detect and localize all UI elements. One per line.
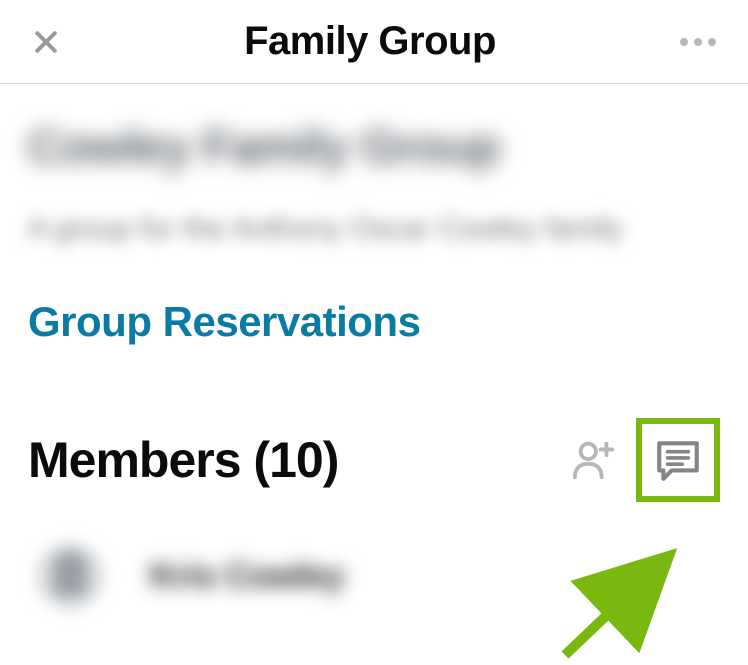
more-menu-button[interactable] [676, 24, 720, 60]
close-icon [31, 27, 61, 57]
ellipsis-icon [680, 38, 688, 46]
close-button[interactable] [28, 24, 64, 60]
ellipsis-icon [708, 38, 716, 46]
group-reservations-link[interactable]: Group Reservations [28, 298, 420, 346]
add-member-button[interactable] [570, 436, 618, 484]
chat-icon [653, 435, 703, 485]
member-actions [570, 418, 720, 502]
person-add-icon [571, 437, 617, 483]
avatar [36, 542, 104, 610]
ellipsis-icon [694, 38, 702, 46]
page-title: Family Group [244, 19, 496, 64]
content-area: Cowley Family Group A group for the Anth… [0, 84, 748, 610]
member-list: Kris Cowley [28, 542, 720, 610]
message-group-button[interactable] [636, 418, 720, 502]
group-description: A group for the Anthony Oscar Cowley fam… [28, 203, 720, 254]
header: Family Group [0, 0, 748, 84]
members-header-row: Members (10) [28, 418, 720, 502]
member-name: Kris Cowley [150, 557, 345, 596]
group-name: Cowley Family Group [28, 120, 720, 175]
members-heading: Members (10) [28, 431, 338, 489]
